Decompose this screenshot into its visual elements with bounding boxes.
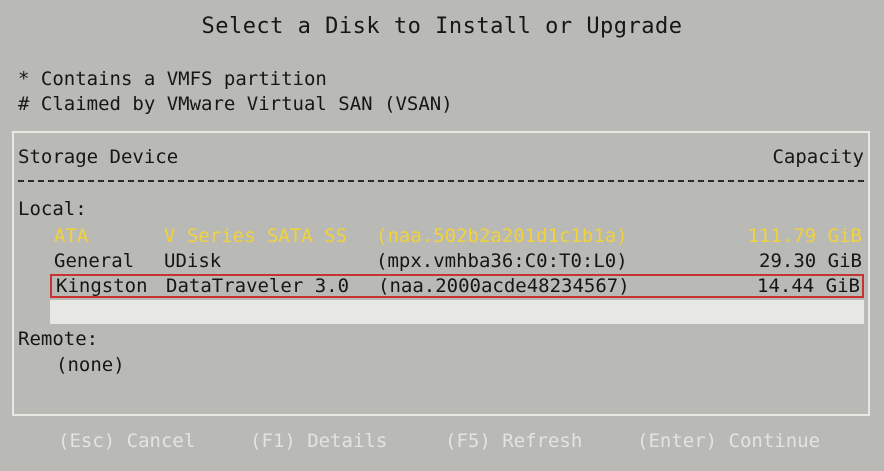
remote-section-label: Remote:	[18, 328, 99, 350]
continue-key[interactable]: (Enter) Continue	[637, 430, 820, 452]
page-title: Select a Disk to Install or Upgrade	[201, 14, 683, 39]
disk-row-general-udisk[interactable]: General UDisk (mpx.vmhba36:C0:T0:L0) 29.…	[50, 249, 864, 273]
column-header-capacity: Capacity	[772, 146, 864, 168]
disk-capacity: 29.30 GiB	[759, 250, 862, 272]
disk-device-id: (naa.502b2a201d1c1b1a)	[376, 225, 628, 247]
legend-vmfs: * Contains a VMFS partition	[18, 68, 327, 90]
disk-vendor: Kingston	[56, 275, 148, 297]
disk-capacity: 111.79 GiB	[747, 225, 862, 247]
disk-vendor: ATA	[54, 225, 89, 247]
column-header-storage-device: Storage Device	[18, 146, 179, 168]
disk-model: DataTraveler 3.0	[166, 275, 350, 297]
legend-vsan: # Claimed by VMware Virtual SAN (VSAN)	[18, 93, 453, 115]
footer-keys: (Esc) Cancel (F1) Details (F5) Refresh (…	[0, 418, 884, 471]
disk-model: UDisk	[164, 250, 222, 272]
details-key[interactable]: (F1) Details	[250, 430, 387, 452]
remote-none-text: (none)	[56, 354, 125, 376]
cancel-key[interactable]: (Esc) Cancel	[58, 430, 195, 452]
local-section-label: Local:	[18, 198, 87, 220]
installer-screen: Select a Disk to Install or Upgrade * Co…	[0, 0, 884, 471]
disk-device-id: (mpx.vmhba36:C0:T0:L0)	[376, 250, 628, 272]
disk-row-kingston-selected[interactable]: Kingston DataTraveler 3.0 (naa.2000acde4…	[50, 274, 864, 298]
empty-list-row	[50, 300, 864, 324]
disk-capacity: 14.44 GiB	[757, 275, 860, 297]
disk-model: V Series SATA SS	[164, 225, 348, 247]
disk-row-ata[interactable]: ATA V Series SATA SS (naa.502b2a201d1c1b…	[50, 224, 864, 248]
header-divider	[18, 180, 864, 182]
disk-device-id: (naa.2000acde48234567)	[378, 275, 630, 297]
refresh-key[interactable]: (F5) Refresh	[445, 430, 582, 452]
disk-vendor: General	[54, 250, 135, 272]
